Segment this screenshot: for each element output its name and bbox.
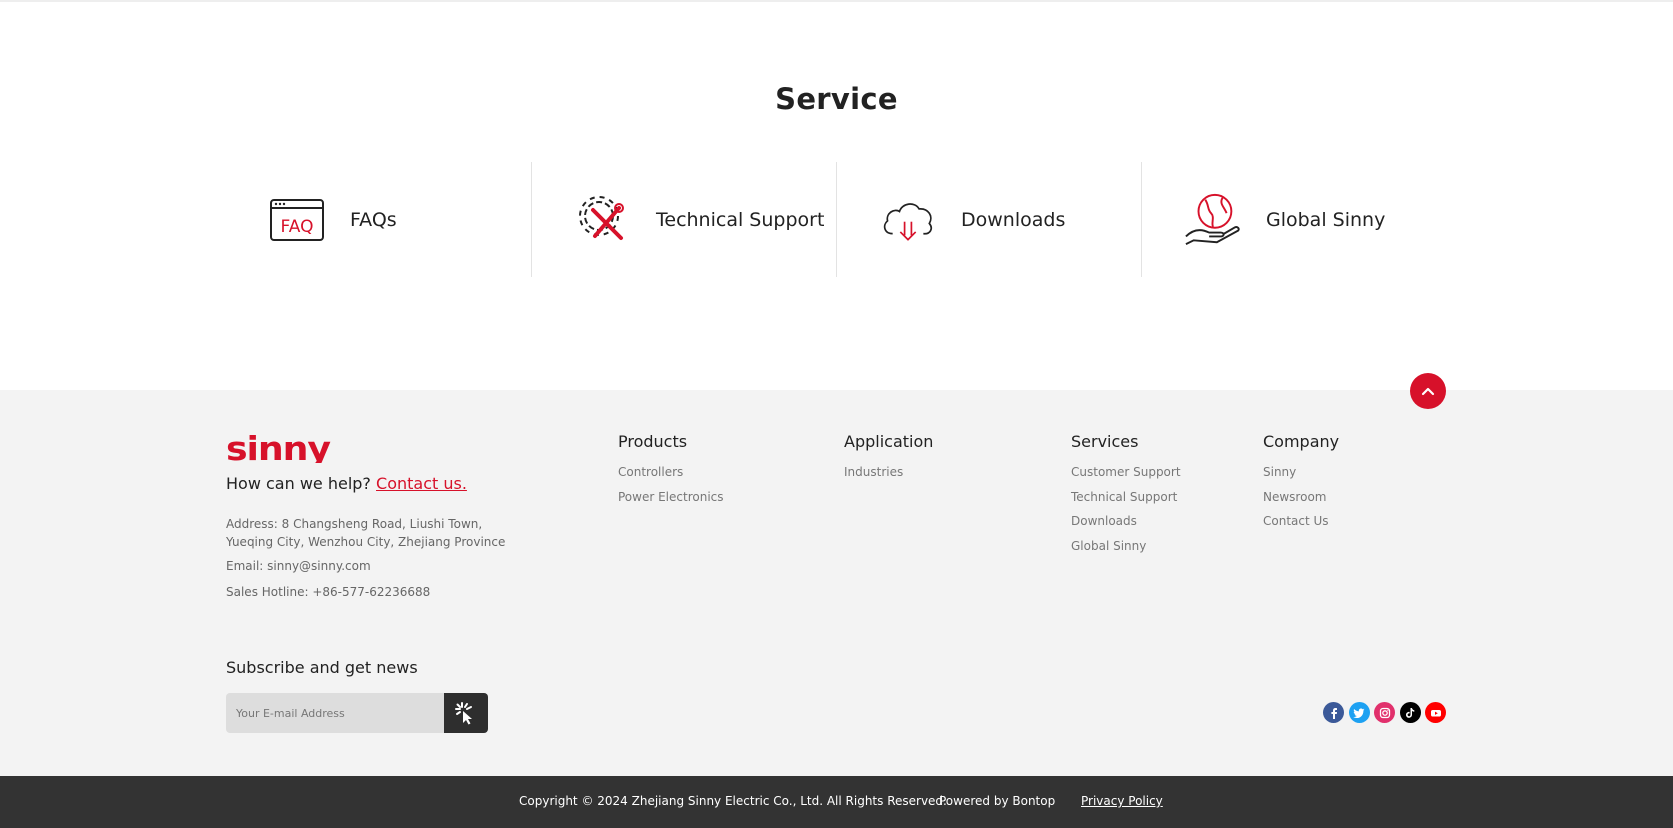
footer-link[interactable]: Downloads (1071, 514, 1181, 539)
email-subscribe-input[interactable] (226, 693, 444, 733)
service-section: Service FAQ FAQs Technical Support Downl… (0, 2, 1673, 390)
column-title: Services (1071, 432, 1139, 451)
hotline-text: Sales Hotline: +86-577-62236688 (226, 585, 431, 599)
subscribe-form (226, 693, 488, 733)
service-card-label: FAQs (350, 208, 397, 231)
service-title: Service (775, 82, 898, 116)
back-to-top-button[interactable] (1410, 373, 1446, 409)
address-text: Address: 8 Changsheng Road, Liushi Town,… (226, 517, 506, 549)
help-line: How can we help? Contact us. (226, 474, 467, 493)
service-card-label: Downloads (961, 208, 1066, 231)
chevron-up-icon (1421, 387, 1435, 396)
tiktok-icon[interactable] (1399, 702, 1421, 723)
footer-column-services: Services Customer Support Technical Supp… (1071, 432, 1181, 563)
subscribe-title: Subscribe and get news (226, 658, 418, 677)
copyright-text: Copyright © 2024 Zhejiang Sinny Electric… (519, 794, 947, 808)
footer-link[interactable]: Power Electronics (618, 490, 724, 515)
footer-link[interactable]: Technical Support (1071, 490, 1181, 515)
footer-column-products: Products Controllers Power Electronics (618, 432, 724, 514)
svg-text:sinny: sinny (226, 433, 331, 463)
column-title: Products (618, 432, 688, 451)
help-text: How can we help? (226, 474, 371, 493)
footer-link[interactable]: Contact Us (1263, 514, 1339, 539)
subscribe-submit-button[interactable] (444, 693, 488, 733)
column-title: Company (1263, 432, 1340, 451)
twitter-icon[interactable] (1348, 702, 1370, 723)
privacy-policy-link[interactable]: Privacy Policy (1081, 794, 1163, 808)
footer-column-company: Company Sinny Newsroom Contact Us (1263, 432, 1339, 539)
footer-link[interactable]: Controllers (618, 465, 724, 490)
facebook-icon[interactable] (1323, 702, 1344, 723)
column-title: Application (844, 432, 934, 451)
footer-link[interactable]: Customer Support (1071, 465, 1181, 490)
powered-by-text[interactable]: Powered by Bontop (939, 794, 1055, 808)
service-card-faqs[interactable]: FAQ FAQs (226, 162, 531, 277)
gear-tools-icon (574, 191, 632, 249)
cloud-download-icon (879, 191, 937, 249)
service-card-downloads[interactable]: Downloads (836, 162, 1141, 277)
sinny-logo[interactable]: sinny (226, 429, 332, 468)
footer-link[interactable]: Newsroom (1263, 490, 1339, 515)
footer-column-application: Application Industries (844, 432, 933, 490)
service-cards: FAQ FAQs Technical Support Downloads Glo… (226, 162, 1446, 277)
click-cursor-icon (455, 702, 472, 725)
service-card-label: Global Sinny (1266, 208, 1386, 231)
instagram-icon[interactable] (1374, 702, 1395, 723)
svg-text:FAQ: FAQ (281, 217, 314, 237)
footer-link[interactable]: Sinny (1263, 465, 1339, 490)
email-text[interactable]: Email: sinny@sinny.com (226, 559, 371, 573)
faq-window-icon: FAQ (268, 191, 326, 249)
service-card-global-sinny[interactable]: Global Sinny (1141, 162, 1446, 277)
service-card-technical-support[interactable]: Technical Support (531, 162, 836, 277)
youtube-icon[interactable] (1425, 702, 1446, 723)
service-card-label: Technical Support (656, 208, 825, 231)
globe-hand-icon (1184, 191, 1242, 249)
social-links (1323, 702, 1451, 723)
contact-us-link[interactable]: Contact us. (376, 474, 467, 493)
footer-link[interactable]: Global Sinny (1071, 539, 1181, 564)
footer-link[interactable]: Industries (844, 465, 933, 490)
